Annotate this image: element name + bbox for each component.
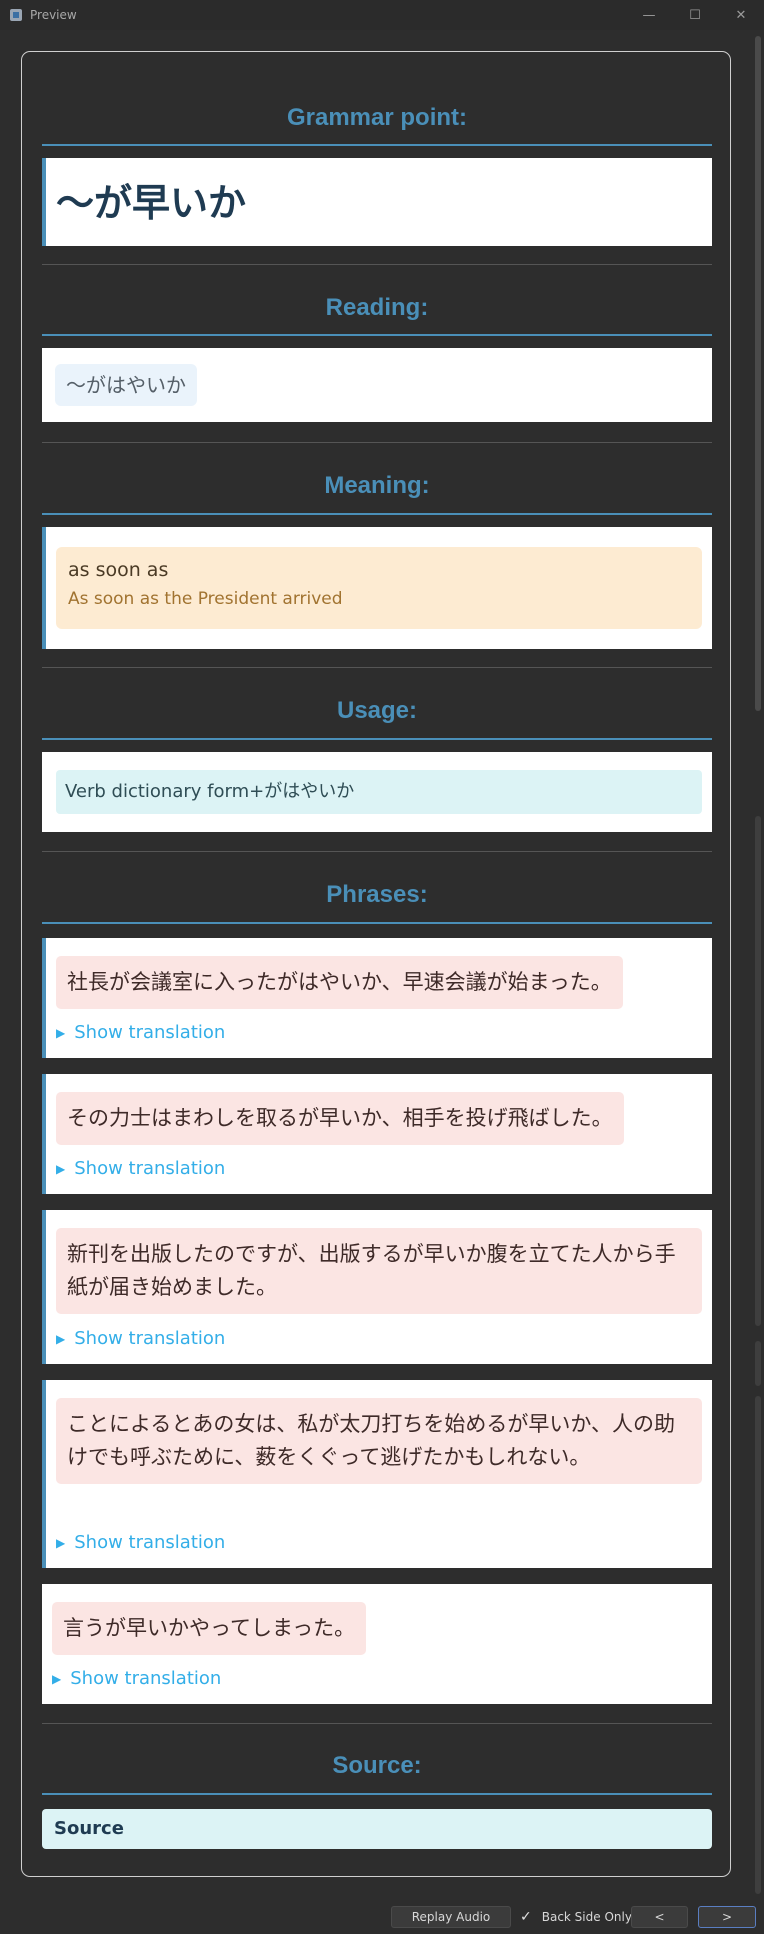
phrase-text: ことによるとあの女は、私が太刀打ちを始めるが早いか、人の助けでも呼ぶために、薮を… (56, 1398, 702, 1484)
close-button[interactable]: ✕ (718, 0, 764, 30)
phrase-text: その力士はまわしを取るが早いか、相手を投げ飛ばした。 (56, 1092, 624, 1145)
triangle-right-icon: ▶ (56, 1535, 66, 1550)
show-translation-label: Show translation (74, 1532, 226, 1553)
phrase-text: 言うが早いかやってしまった。 (52, 1602, 367, 1655)
usage-box: Verb dictionary form+がはやいか (42, 752, 712, 832)
back-side-only-label: Back Side Only (541, 1910, 632, 1924)
scrollbar-thumb[interactable] (755, 36, 761, 711)
phrase-text: 社長が会議室に入ったがはやいか、早速会議が始まった。 (56, 956, 623, 1009)
back-side-only-checkbox[interactable]: ✓ Back Side Only (520, 1906, 632, 1928)
meaning-box: as soon as As soon as the President arri… (42, 527, 712, 649)
show-translation-label: Show translation (74, 1158, 226, 1179)
reading-heading-rule (42, 334, 712, 336)
scrollbar[interactable] (754, 36, 762, 1894)
phrases-heading: Phrases: (326, 881, 428, 908)
phrases-heading-rule (42, 922, 712, 924)
next-button[interactable]: > (698, 1906, 756, 1928)
card: Grammar point: 〜が早いか Reading: 〜がはやいか Mea… (21, 51, 731, 1877)
previous-button[interactable]: < (631, 1906, 688, 1928)
triangle-right-icon: ▶ (52, 1671, 62, 1686)
show-translation-label: Show translation (74, 1328, 226, 1349)
scrollbar-segment (755, 1341, 761, 1386)
section-divider (42, 442, 712, 443)
bottom-bar: Replay Audio ✓ Back Side Only < > (0, 1900, 764, 1934)
show-translation-toggle[interactable]: ▶ Show translation (56, 1328, 225, 1349)
section-divider (42, 1723, 712, 1724)
usage-heading-rule (42, 738, 712, 740)
section-divider (42, 667, 712, 668)
triangle-right-icon: ▶ (56, 1331, 66, 1346)
minimize-button[interactable]: — (626, 0, 672, 30)
show-translation-toggle[interactable]: ▶ Show translation (56, 1532, 225, 1553)
grammar-point: 〜が早いか (56, 181, 247, 225)
checkmark-icon: ✓ (520, 1909, 532, 1925)
usage-heading: Usage: (336, 697, 418, 724)
window-title: Preview (30, 8, 77, 22)
meaning-example: As soon as the President arrived (68, 589, 343, 609)
phrase-card: 言うが早いかやってしまった。 ▶ Show translation (42, 1584, 712, 1704)
maximize-button[interactable]: ☐ (672, 0, 718, 30)
reading-box: 〜がはやいか (42, 348, 712, 422)
meaning-heading-rule (42, 513, 712, 515)
title-bar: Preview — ☐ ✕ (0, 0, 764, 30)
section-divider (42, 264, 712, 265)
grammar-box: 〜が早いか (42, 158, 712, 246)
reading-value: 〜がはやいか (55, 364, 197, 406)
meaning-chip: as soon as As soon as the President arri… (56, 547, 702, 629)
phrase-card: ことによるとあの女は、私が太刀打ちを始めるが早いか、人の助けでも呼ぶために、薮を… (42, 1380, 712, 1568)
show-translation-label: Show translation (74, 1022, 226, 1043)
section-divider (42, 851, 712, 852)
source-value: Source (42, 1809, 712, 1849)
show-translation-toggle[interactable]: ▶ Show translation (56, 1022, 225, 1043)
phrase-text: 新刊を出版したのですが、出版するが早いか腹を立てた人から手紙が届き始めました。 (56, 1228, 702, 1314)
grammar-heading-rule (42, 144, 712, 146)
phrase-card: 新刊を出版したのですが、出版するが早いか腹を立てた人から手紙が届き始めました。 … (42, 1210, 712, 1364)
triangle-right-icon: ▶ (56, 1161, 66, 1176)
reading-heading: Reading: (325, 294, 429, 321)
source-heading-rule (42, 1793, 712, 1795)
show-translation-toggle[interactable]: ▶ Show translation (56, 1158, 225, 1179)
usage-value: Verb dictionary form+がはやいか (56, 770, 702, 814)
grammar-heading: Grammar point: (286, 104, 468, 131)
scrollbar-segment (755, 816, 761, 1326)
meaning-heading: Meaning: (324, 472, 430, 499)
show-translation-toggle[interactable]: ▶ Show translation (52, 1668, 221, 1689)
scrollbar-segment (755, 1396, 761, 1894)
triangle-right-icon: ▶ (56, 1025, 66, 1040)
phrase-card: 社長が会議室に入ったがはやいか、早速会議が始まった。 ▶ Show transl… (42, 938, 712, 1058)
phrase-card: その力士はまわしを取るが早いか、相手を投げ飛ばした。 ▶ Show transl… (42, 1074, 712, 1194)
app-icon (10, 9, 22, 21)
source-heading: Source: (332, 1752, 422, 1779)
meaning-main: as soon as (68, 559, 169, 581)
show-translation-label: Show translation (70, 1668, 222, 1689)
replay-audio-button[interactable]: Replay Audio (391, 1906, 511, 1928)
window-controls: — ☐ ✕ (626, 0, 764, 30)
